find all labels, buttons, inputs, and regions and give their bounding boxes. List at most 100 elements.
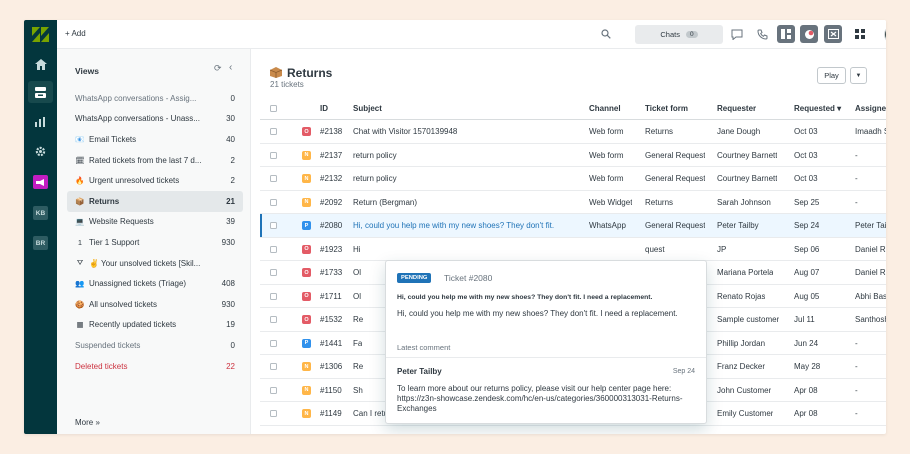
view-item-icon: 📧 <box>75 134 85 144</box>
ticket-subject[interactable]: Ol <box>353 292 361 301</box>
ticket-subject[interactable]: return policy <box>353 174 397 183</box>
column-id[interactable]: ID <box>320 104 328 113</box>
ticket-assignee: Daniel Ru <box>855 268 886 277</box>
row-checkbox[interactable] <box>270 128 277 135</box>
table-row[interactable]: N #2092 Return (Bergman) Web Widget Returns S… <box>260 191 886 214</box>
view-item-label: Email Tickets <box>89 134 137 144</box>
ticket-requester: Peter Tailby <box>717 221 759 230</box>
view-item[interactable]: Suspended tickets 0 <box>67 335 243 356</box>
ticket-subject[interactable]: Hi <box>353 245 361 254</box>
ticket-form: General Request <box>645 150 706 160</box>
ticket-subject[interactable]: Re <box>353 362 363 371</box>
views-icon[interactable] <box>28 81 53 103</box>
announcement-icon[interactable] <box>28 171 53 193</box>
ticket-channel: Web Widget <box>589 197 633 207</box>
view-item[interactable]: 1 Tier 1 Support 930 <box>67 232 243 253</box>
ticket-subject[interactable]: return policy <box>353 151 397 160</box>
status-badge: N <box>302 174 311 183</box>
ticket-id: #2080 <box>320 221 343 230</box>
view-item[interactable]: 🔥 Urgent unresolved tickets 2 <box>67 170 243 191</box>
user-avatar[interactable] <box>884 25 886 44</box>
row-checkbox[interactable] <box>270 386 277 394</box>
view-item[interactable]: WhatsApp conversations - Unass... 30 <box>67 109 243 130</box>
refresh-icon[interactable]: ⟳ <box>214 63 222 74</box>
view-item-icon: 📦 <box>75 196 85 206</box>
ticket-requester: Franz Decker <box>717 362 766 371</box>
home-icon[interactable] <box>28 53 53 75</box>
ticket-subject[interactable]: Sh <box>353 386 363 395</box>
chats-button[interactable]: Chats 0 <box>635 25 723 44</box>
row-checkbox[interactable] <box>270 151 277 159</box>
column-ticket-form[interactable]: Ticket form <box>645 104 688 113</box>
row-checkbox[interactable] <box>270 410 277 417</box>
row-checkbox[interactable] <box>270 339 277 347</box>
row-checkbox[interactable] <box>270 198 277 206</box>
row-checkbox[interactable] <box>270 222 277 229</box>
ticket-subject[interactable]: Return (Bergman) <box>353 198 417 207</box>
ticket-subject[interactable]: Re <box>353 315 363 324</box>
play-options-chevron-icon[interactable]: ▼ <box>850 67 867 84</box>
zendesk-logo[interactable] <box>32 27 49 42</box>
table-row[interactable]: O #2138 Chat with Visitor 1570139948 Web fo… <box>260 120 886 144</box>
search-icon[interactable] <box>601 29 611 39</box>
row-checkbox[interactable] <box>270 269 277 276</box>
add-button[interactable]: + Add <box>65 29 86 38</box>
ticket-requester: Courtney Barnett <box>717 174 778 183</box>
view-item-count: 39 <box>226 217 235 227</box>
view-item[interactable]: Deleted tickets 22 <box>67 356 243 377</box>
popover-ticket-number[interactable]: Ticket #2080 <box>444 273 492 283</box>
table-row[interactable]: O #1923 Hi quest JP Sep 06 Daniel Ru <box>260 238 886 261</box>
rail-app-kb[interactable]: KB <box>33 206 48 220</box>
row-checkbox[interactable] <box>270 316 277 323</box>
view-item[interactable]: 👥 Unassigned tickets (Triage) 408 <box>67 273 243 294</box>
ticket-subject[interactable]: Ol <box>353 268 361 277</box>
ticket-requested: Jul 11 <box>794 315 815 324</box>
ticket-requested: Apr 08 <box>794 409 818 418</box>
view-item[interactable]: 📦 Returns 21 <box>67 190 243 212</box>
ticket-subject[interactable]: Hi, could you help me with my new shoes?… <box>353 221 554 230</box>
collapse-chevron-icon[interactable]: ‹ <box>229 62 232 73</box>
view-item[interactable]: 🗓 Rated tickets from the last 7 d... 2 <box>67 150 243 171</box>
views-title: Views <box>75 66 99 76</box>
select-all-checkbox[interactable] <box>270 105 277 112</box>
table-row[interactable]: P #2080 Hi, could you help me with my new … <box>260 214 886 238</box>
gear-icon[interactable] <box>28 140 53 162</box>
column-assignee[interactable]: Assignee <box>855 104 886 113</box>
row-checkbox[interactable] <box>270 175 277 182</box>
product-tray-icon[interactable] <box>851 25 869 43</box>
rail-app-br[interactable]: BR <box>33 236 48 250</box>
column-subject[interactable]: Subject <box>353 104 382 113</box>
ticket-subject[interactable]: Fa <box>353 339 362 348</box>
more-views-link[interactable]: More » <box>75 418 100 427</box>
row-checkbox[interactable] <box>270 292 277 300</box>
column-channel[interactable]: Channel <box>589 104 621 113</box>
view-item[interactable]: 💻 Website Requests 39 <box>67 212 243 233</box>
status-badge: N <box>302 197 311 207</box>
play-button[interactable]: Play <box>817 67 846 84</box>
column-requester[interactable]: Requester <box>717 104 756 113</box>
chat-app-icon[interactable] <box>800 25 818 43</box>
apps-panel-icon[interactable] <box>777 25 795 43</box>
view-item[interactable]: 🍪 All unsolved tickets 930 <box>67 294 243 315</box>
ticket-requester: John Customer <box>717 385 772 395</box>
view-item[interactable]: 📧 Email Tickets 40 <box>67 129 243 150</box>
ticket-requester: JP <box>717 244 727 254</box>
conversations-icon[interactable] <box>728 25 746 43</box>
ticket-requester: Courtney Barnett <box>717 150 778 160</box>
row-checkbox[interactable] <box>270 363 277 370</box>
ticket-id: #2092 <box>320 197 343 207</box>
view-item[interactable]: ⛛ ✌ Your unsolved tickets [Skil... <box>67 253 243 274</box>
view-item[interactable]: WhatsApp conversations - Assig... 0 <box>67 88 243 109</box>
status-badge: N <box>302 362 311 371</box>
view-item[interactable]: ▦ Recently updated tickets 19 <box>67 315 243 336</box>
ticket-subject[interactable]: Chat with Visitor 1570139948 <box>353 127 457 136</box>
table-row[interactable]: N #2137 return policy Web form General Reque… <box>260 144 886 167</box>
status-badge: O <box>302 268 311 277</box>
view-item-label: Rated tickets from the last 7 d... <box>89 155 202 165</box>
column-requested[interactable]: Requested ▾ <box>794 104 841 113</box>
table-row[interactable]: N #2132 return policy Web form General Reque… <box>260 167 886 191</box>
row-checkbox[interactable] <box>270 245 277 253</box>
reporting-icon[interactable] <box>28 111 53 133</box>
phone-icon[interactable] <box>753 25 771 43</box>
voice-app-icon[interactable] <box>824 25 842 43</box>
